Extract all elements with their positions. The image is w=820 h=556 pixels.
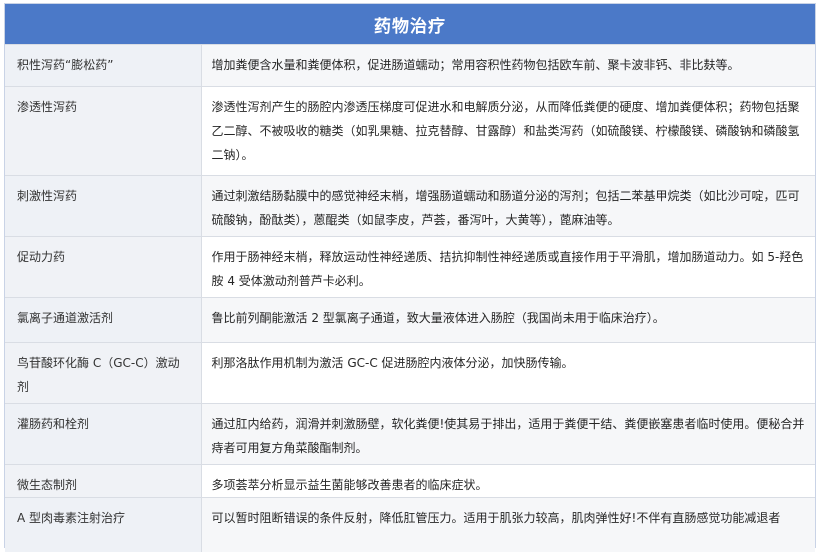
drug-category-name: 积性泻药“膨松药” (5, 44, 202, 87)
drug-category-description: 多项荟萃分析显示益生菌能够改善患者的临床症状。 (201, 464, 815, 498)
table-row: 渗透性泻药 渗透性泻剂产生的肠腔内渗透压梯度可促进水和电解质分泌，从而降低粪便的… (5, 86, 815, 176)
drug-category-description: 鲁比前列酮能激活 2 型氯离子通道，致大量液体进入肠腔（我国尚未用于临床治疗）。 (201, 297, 815, 343)
drug-category-description: 可以暂时阻断错误的条件反射，降低肛管压力。适用于肌张力较高，肌肉弹性好!不伴有直… (201, 497, 815, 552)
drug-category-description: 作用于肠神经末梢，释放运动性神经递质、拮抗抑制性神经递质或直接作用于平滑肌，增加… (201, 236, 815, 298)
drug-category-name: 鸟苷酸环化酶 C（GC-C）激动剂 (5, 342, 202, 404)
table-title: 药物治疗 (5, 4, 815, 44)
drug-category-name: 灌肠药和栓剂 (5, 403, 202, 465)
drug-therapy-table-container: 药物治疗 积性泻药“膨松药” 增加粪便含水量和粪便体积，促进肠道蠕动；常用容积性… (4, 3, 816, 552)
table-row: 氯离子通道激活剂 鲁比前列酮能激活 2 型氯离子通道，致大量液体进入肠腔（我国尚… (5, 297, 815, 343)
drug-category-name: 微生态制剂 (5, 464, 202, 498)
drug-category-description: 通过肛内给药，润滑并刺激肠壁，软化粪便!使其易于排出，适用于粪便干结、粪便嵌塞患… (201, 403, 815, 465)
table-row: 积性泻药“膨松药” 增加粪便含水量和粪便体积，促进肠道蠕动；常用容积性药物包括欧… (5, 44, 815, 87)
drug-category-name: 渗透性泻药 (5, 86, 202, 176)
drug-category-name: 促动力药 (5, 236, 202, 298)
table-row: 刺激性泻药 通过刺激结肠黏膜中的感觉神经末梢，增强肠道蠕动和肠道分泌的泻剂；包括… (5, 175, 815, 237)
drug-category-description: 渗透性泻剂产生的肠腔内渗透压梯度可促进水和电解质分泌，从而降低粪便的硬度、增加粪… (201, 86, 815, 176)
drug-category-description: 通过刺激结肠黏膜中的感觉神经末梢，增强肠道蠕动和肠道分泌的泻剂；包括二苯基甲烷类… (201, 175, 815, 237)
table-row: 鸟苷酸环化酶 C（GC-C）激动剂 利那洛肽作用机制为激活 GC-C 促进肠腔内… (5, 342, 815, 404)
table-row: 微生态制剂 多项荟萃分析显示益生菌能够改善患者的临床症状。 (5, 464, 815, 498)
drug-therapy-table: 积性泻药“膨松药” 增加粪便含水量和粪便体积，促进肠道蠕动；常用容积性药物包括欧… (5, 44, 815, 552)
drug-category-name: A 型肉毒素注射治疗 (5, 497, 202, 552)
drug-category-description: 利那洛肽作用机制为激活 GC-C 促进肠腔内液体分泌，加快肠传输。 (201, 342, 815, 404)
drug-category-name: 刺激性泻药 (5, 175, 202, 237)
table-row: A 型肉毒素注射治疗 可以暂时阻断错误的条件反射，降低肛管压力。适用于肌张力较高… (5, 497, 815, 552)
table-row: 灌肠药和栓剂 通过肛内给药，润滑并刺激肠壁，软化粪便!使其易于排出，适用于粪便干… (5, 403, 815, 465)
drug-category-name: 氯离子通道激活剂 (5, 297, 202, 343)
drug-category-description: 增加粪便含水量和粪便体积，促进肠道蠕动；常用容积性药物包括欧车前、聚卡波非钙、非… (201, 44, 815, 87)
table-row: 促动力药 作用于肠神经末梢，释放运动性神经递质、拮抗抑制性神经递质或直接作用于平… (5, 236, 815, 298)
